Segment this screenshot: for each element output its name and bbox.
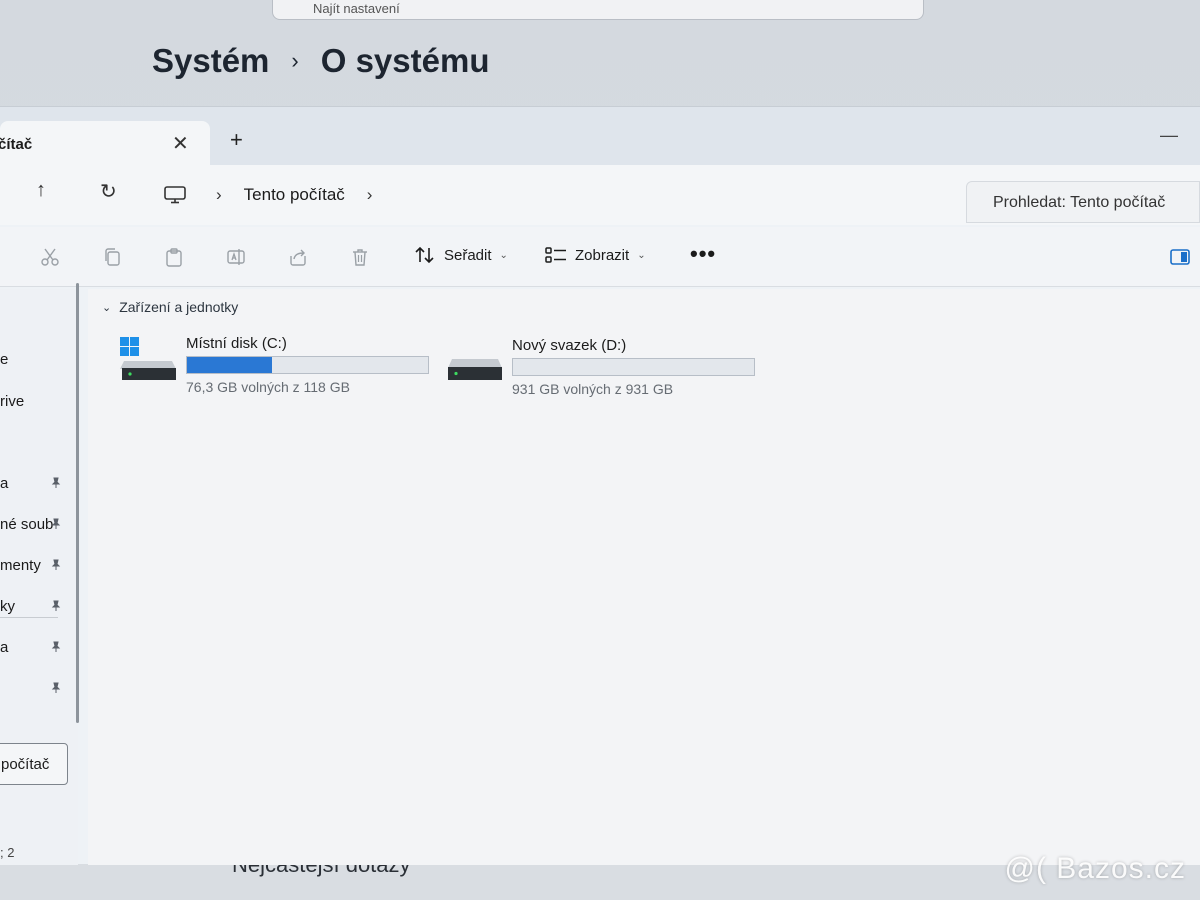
paste-icon[interactable]: [164, 247, 184, 267]
drive-free-space: 76,3 GB volných z 118 GB: [186, 379, 350, 395]
view-label: Zobrazit: [575, 246, 630, 264]
chevron-right-icon: ›: [216, 185, 222, 204]
pin-icon: [51, 477, 61, 488]
sidebar-item-onedrive[interactable]: rive: [0, 393, 24, 410]
sidebar-item-label: počítač: [1, 756, 50, 773]
sidebar-item-downloads[interactable]: né soub: [0, 516, 53, 533]
settings-breadcrumb: Systém › O systému: [152, 36, 489, 86]
pin-icon: [51, 682, 61, 693]
drive-item-c[interactable]: Místní disk (C:) 76,3 GB volných z 118 G…: [120, 329, 450, 399]
address-location[interactable]: Tento počítač: [244, 185, 345, 205]
chevron-down-icon: ⌄: [499, 249, 508, 261]
drive-item-d[interactable]: Nový svazek (D:) 931 GB volných z 931 GB: [446, 331, 776, 401]
view-icon: [545, 247, 566, 263]
navigation-pane: e rive a né soub menty ky a počítač ; 2: [0, 289, 78, 865]
minimize-button[interactable]: —: [1160, 125, 1178, 146]
status-item-count: ; 2: [0, 845, 15, 860]
settings-search-input[interactable]: Najít nastavení: [272, 0, 924, 20]
windows-drive-icon: [120, 337, 176, 380]
group-header-devices[interactable]: ⌄ Zařízení a jednotky: [102, 299, 238, 315]
tab-title: čítač: [0, 135, 33, 153]
chevron-down-icon: ⌄: [637, 249, 646, 261]
address-bar: ↑ ↻ › Tento počítač › Prohledat: Tento p…: [0, 165, 1200, 225]
chevron-right-icon[interactable]: ›: [367, 185, 373, 205]
sidebar-item[interactable]: e: [0, 351, 8, 368]
breadcrumb-system[interactable]: Systém: [152, 42, 269, 80]
details-pane-icon[interactable]: [1170, 249, 1190, 265]
drive-free-space: 931 GB volných z 931 GB: [512, 381, 674, 397]
view-button[interactable]: Zobrazit ⌄: [545, 245, 646, 265]
refresh-icon[interactable]: ↻: [100, 179, 117, 204]
tab-bar: čítač ✕ + —: [0, 107, 1200, 167]
sort-button[interactable]: Seřadit ⌄: [414, 245, 508, 265]
chevron-down-icon: ⌄: [102, 301, 112, 314]
drive-usage-bar: [186, 356, 429, 374]
drive-icon: [448, 359, 502, 380]
address-input[interactable]: › Tento počítač ›: [150, 173, 940, 217]
sidebar-item-this-pc[interactable]: počítač: [0, 743, 68, 785]
drive-name: Nový svazek (D:): [512, 337, 627, 354]
sort-label: Seřadit: [444, 246, 492, 264]
sort-icon: [415, 246, 434, 264]
drive-usage-fill: [187, 357, 273, 373]
breadcrumb-about: O systému: [320, 42, 490, 79]
sidebar-item-documents[interactable]: menty: [0, 557, 41, 574]
drive-name: Místní disk (C:): [186, 335, 287, 352]
pin-icon: [51, 641, 61, 652]
pin-icon: [51, 559, 61, 570]
pin-icon: [51, 518, 61, 529]
file-explorer-window: čítač ✕ + — ↑ ↻ › Tento počítač › Prohle…: [0, 106, 1200, 865]
rename-icon[interactable]: [226, 247, 246, 267]
close-icon[interactable]: ✕: [172, 131, 189, 156]
command-bar: Seřadit ⌄ Zobrazit ⌄ •••: [0, 227, 1200, 287]
sidebar-item[interactable]: a: [0, 639, 8, 656]
sidebar-divider: [0, 617, 58, 618]
copy-icon[interactable]: [102, 247, 122, 267]
sidebar-item[interactable]: a: [0, 475, 8, 492]
group-title: Zařízení a jednotky: [119, 299, 239, 315]
watermark: @( Bazos.cz: [1004, 852, 1186, 885]
delete-icon[interactable]: [350, 247, 370, 267]
search-input[interactable]: Prohledat: Tento počítač: [966, 181, 1200, 223]
monitor-icon: [164, 186, 186, 204]
sidebar-item-pictures[interactable]: ky: [0, 598, 15, 615]
cut-icon[interactable]: [40, 247, 60, 267]
more-options-button[interactable]: •••: [690, 241, 716, 267]
new-tab-button[interactable]: +: [230, 127, 243, 153]
tab-this-pc[interactable]: čítač ✕: [0, 121, 210, 167]
up-arrow-icon[interactable]: ↑: [36, 179, 46, 202]
sidebar-scrollbar[interactable]: [76, 283, 79, 723]
breadcrumb-separator-icon: ›: [291, 48, 299, 73]
drive-usage-bar: [512, 358, 755, 376]
content-pane: ⌄ Zařízení a jednotky Místní disk (C:) 7…: [88, 289, 1200, 865]
share-icon[interactable]: [288, 247, 308, 267]
pin-icon: [51, 600, 61, 611]
